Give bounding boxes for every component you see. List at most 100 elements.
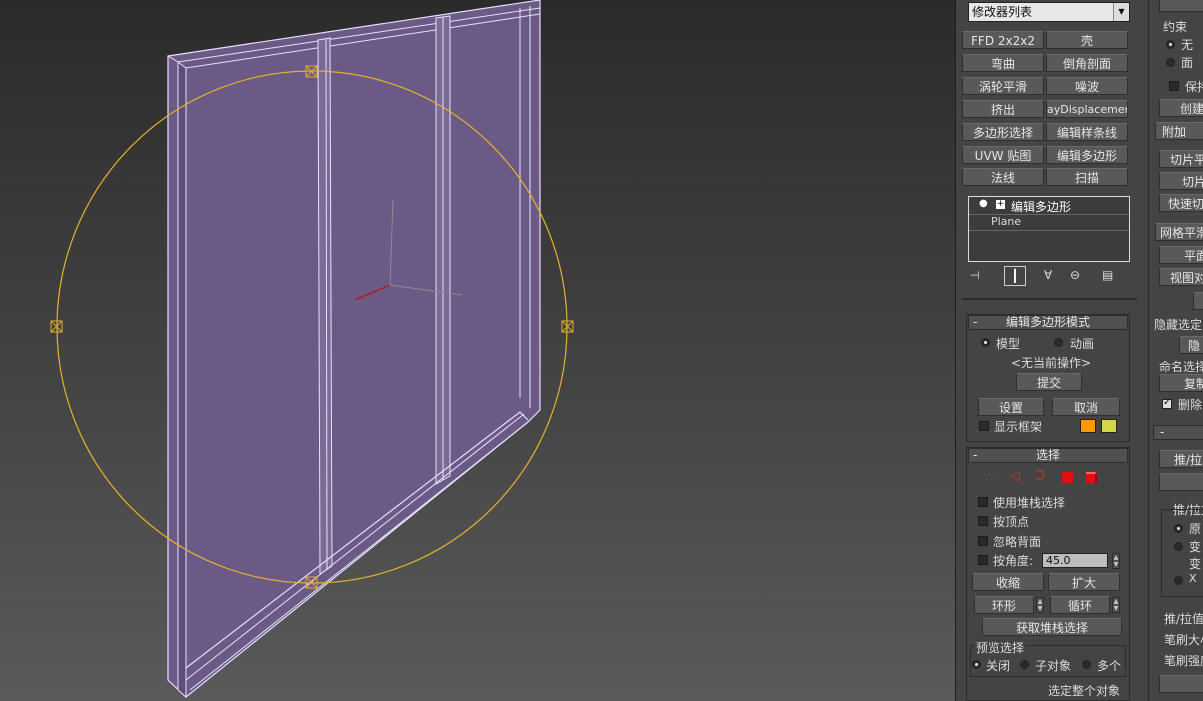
modifier-button-shell[interactable]: 壳 — [1046, 31, 1128, 49]
model-label: 模型 — [996, 337, 1021, 351]
mesh-smooth-button[interactable]: 网格平滑 — [1155, 223, 1203, 241]
paint-deform-header[interactable]: - — [1153, 425, 1203, 440]
modifier-button-edit-spline[interactable]: 编辑样条线 — [1046, 123, 1128, 141]
modifier-button-uvw-map[interactable]: UVW 贴图 — [962, 146, 1044, 164]
show-cage-checkbox[interactable] — [979, 421, 989, 431]
delete-isolated-checkbox[interactable] — [1162, 397, 1172, 409]
delete-isolated-label: 删除 — [1178, 398, 1203, 412]
preview-subobject-label: 子对象 — [1035, 659, 1072, 673]
preview-off-radio[interactable] — [972, 660, 981, 669]
show-end-result-icon[interactable]: ┃ — [1004, 266, 1026, 286]
create-button[interactable]: 创建 — [1159, 99, 1203, 117]
constraint-face-radio[interactable] — [1166, 58, 1175, 67]
named-selection-label: 命名选择 — [1159, 360, 1203, 374]
preserve-uvs-label: 保持 — [1185, 80, 1203, 94]
loop-button[interactable]: 循环 — [1050, 596, 1110, 614]
viewport-canvas[interactable] — [0, 0, 955, 701]
modifier-button-sweep[interactable]: 扫描 — [1046, 168, 1128, 186]
use-stack-selection-checkbox[interactable] — [978, 497, 988, 507]
copy-button[interactable]: 复制 — [1159, 374, 1203, 392]
modifier-button-normal[interactable]: 法线 — [962, 168, 1044, 186]
modifier-button-poly-select[interactable]: 多边形选择 — [962, 123, 1044, 141]
partial-button[interactable] — [1193, 292, 1203, 310]
door-panel — [167, 0, 541, 698]
commit-button[interactable]: 提交 — [1016, 373, 1082, 391]
viewport[interactable] — [0, 0, 955, 701]
modifier-button-bend[interactable]: 弯曲 — [962, 54, 1044, 72]
model-radio[interactable] — [981, 338, 990, 347]
pin-stack-icon[interactable]: ⊣ — [970, 269, 980, 282]
preview-multi-radio[interactable] — [1082, 660, 1091, 669]
remove-modifier-icon[interactable]: ⊖ — [1070, 268, 1080, 282]
shrink-button[interactable]: 收缩 — [972, 573, 1044, 591]
secondary-command-panel: 约束 无 面 保持 创建 附加 切片平 切片 快速切 网格平滑 平面 视图对 隐… — [1148, 0, 1203, 701]
deformed-normals-radio[interactable] — [1174, 542, 1183, 551]
element-mode-icon[interactable] — [1086, 472, 1097, 483]
cage-color-swatch-2[interactable] — [1101, 419, 1117, 433]
cage-color-swatch-1[interactable] — [1080, 419, 1096, 433]
modifier-stack[interactable]: ● + 编辑多边形 Plane — [968, 196, 1130, 262]
preview-subobject-radio[interactable] — [1020, 660, 1029, 669]
stack-item-label: 编辑多边形 — [1011, 200, 1072, 214]
ignore-backfacing-checkbox[interactable] — [978, 536, 988, 546]
view-align-button[interactable]: 视图对 — [1159, 268, 1203, 286]
animation-radio[interactable] — [1054, 338, 1063, 347]
slice-button[interactable]: 切片 — [1159, 172, 1203, 190]
show-cage-label: 显示框架 — [994, 420, 1043, 434]
modifier-button-displacement[interactable]: ayDisplacementM — [1046, 100, 1128, 118]
lightbulb-icon[interactable]: ● — [979, 198, 988, 209]
get-stack-selection-button[interactable]: 获取堆栈选择 — [982, 618, 1122, 636]
animation-label: 动画 — [1070, 337, 1095, 351]
by-angle-checkbox[interactable] — [978, 555, 988, 565]
top-partial-button[interactable] — [1159, 0, 1203, 12]
slice-plane-button[interactable]: 切片平 — [1159, 150, 1203, 168]
modifier-button-turbosmooth[interactable]: 涡轮平滑 — [962, 77, 1044, 95]
polygon-mode-icon[interactable] — [1062, 472, 1073, 483]
by-vertex-checkbox[interactable] — [978, 516, 988, 526]
partial-button-2[interactable] — [1159, 473, 1203, 491]
modifier-button-edit-poly[interactable]: 编辑多边形 — [1046, 146, 1128, 164]
ring-spinner[interactable]: ▲ ▼ — [1036, 597, 1044, 613]
stack-item-edit-poly[interactable]: ● + 编辑多边形 — [969, 197, 1129, 215]
original-normals-radio[interactable] — [1174, 524, 1183, 533]
x-axis-radio[interactable] — [1174, 576, 1183, 585]
angle-input[interactable]: 45.0 — [1042, 553, 1108, 568]
ring-button[interactable]: 环形 — [974, 596, 1034, 614]
modifier-button-ffd[interactable]: FFD 2x2x2 — [962, 31, 1044, 49]
brush-strength-label: 笔刷强度 — [1164, 654, 1203, 668]
command-panel: 修改器列表 ▼ FFD 2x2x2 壳 弯曲 倒角剖面 涡轮平滑 噪波 挤出 a… — [955, 0, 1149, 701]
use-stack-selection-label: 使用堆栈选择 — [993, 496, 1066, 510]
preserve-uvs-checkbox[interactable] — [1169, 81, 1179, 91]
modifier-button-bevel-profile[interactable]: 倒角剖面 — [1046, 54, 1128, 72]
original-normals-label: 原 — [1189, 522, 1202, 536]
push-pull-button[interactable]: 推/拉 — [1159, 450, 1203, 468]
modifier-button-noise[interactable]: 噪波 — [1046, 77, 1128, 95]
grow-button[interactable]: 扩大 — [1048, 573, 1120, 591]
angle-spinner[interactable]: ▲ ▼ — [1112, 553, 1120, 569]
hide-selected-label: 隐藏选定 — [1154, 318, 1203, 332]
quick-slice-button[interactable]: 快速切 — [1159, 194, 1203, 212]
loop-spinner[interactable]: ▲ ▼ — [1112, 597, 1120, 613]
border-mode-icon[interactable]: Ɔ — [1036, 469, 1045, 484]
modifier-button-extrude[interactable]: 挤出 — [962, 100, 1044, 118]
edge-mode-icon[interactable]: ◁ — [1010, 469, 1020, 484]
current-operation-label: <无当前操作> — [1011, 356, 1092, 370]
settings-button[interactable]: 设置 — [978, 398, 1044, 416]
expand-plus-icon[interactable]: + — [996, 200, 1005, 209]
cancel-button[interactable]: 取消 — [1052, 398, 1120, 416]
preview-off-label: 关闭 — [986, 659, 1011, 673]
brush-size-label: 笔刷大小 — [1164, 633, 1203, 647]
by-angle-label: 按角度: — [993, 554, 1034, 568]
make-unique-icon[interactable]: ∀ — [1044, 268, 1052, 282]
planar-button[interactable]: 平面 — [1159, 246, 1203, 264]
hide-button[interactable]: 隐 — [1179, 336, 1203, 354]
stack-item-plane[interactable]: Plane — [969, 214, 1129, 231]
partial-button-3[interactable] — [1159, 675, 1203, 693]
constraint-none-radio[interactable] — [1166, 40, 1175, 49]
vertex-mode-icon[interactable]: ∴ — [986, 470, 994, 484]
modifier-list-dropdown[interactable]: 修改器列表 ▼ — [968, 2, 1130, 22]
configure-sets-icon[interactable]: ▤ — [1102, 268, 1113, 282]
attach-button[interactable]: 附加 — [1155, 122, 1203, 140]
transform-label: 变 — [1189, 557, 1202, 571]
deformed-normals-label: 变 — [1189, 540, 1202, 554]
